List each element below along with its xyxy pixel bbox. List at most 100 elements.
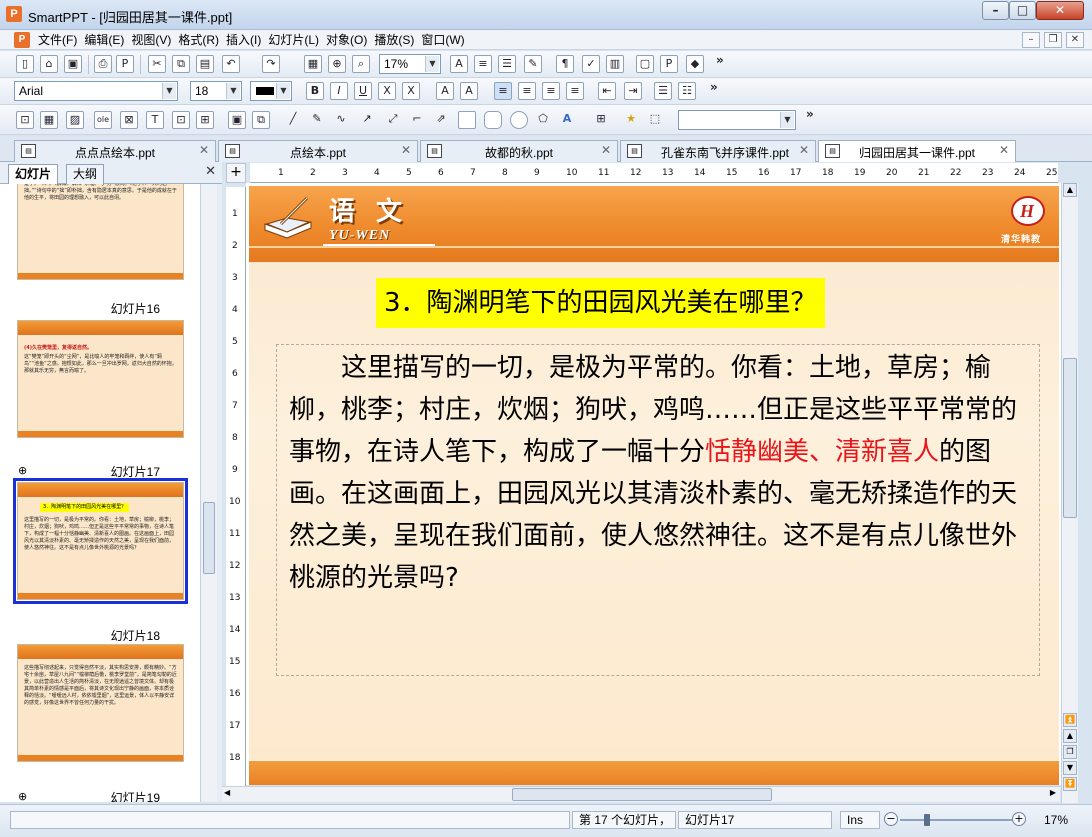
maximize-button[interactable]: □ [1009,1,1036,20]
minimize-button[interactable]: – [982,1,1009,20]
thumbnail-scrollbar[interactable] [200,184,217,802]
italic-icon[interactable]: I [330,82,348,100]
close-panel-icon[interactable]: ✕ [205,164,216,179]
zoom-out-icon[interactable]: − [884,812,898,826]
last-slide-icon[interactable]: ⏬ [1063,777,1077,791]
new-icon[interactable]: ▯ [16,55,34,73]
line-icon[interactable]: ╱ [284,111,302,129]
ungroup-icon[interactable]: ⧉ [252,111,270,129]
decrease-font-icon[interactable]: A [460,82,478,100]
horizontal-scrollbar[interactable]: ◀ ▶ [222,786,1060,802]
doc-minimize-button[interactable]: – [1022,32,1040,48]
search-icon[interactable]: ⌕ [352,55,370,73]
double-strikethrough-icon[interactable]: X [402,82,420,100]
prev-slide-icon[interactable]: ▲ [1063,729,1077,743]
picture-icon[interactable]: ▨ [66,111,84,129]
zoom-select[interactable]: 17% ▼ [379,54,441,74]
close-tab-icon[interactable]: ✕ [401,143,411,157]
tab-slides[interactable]: 幻灯片 [8,164,59,184]
pdf-icon[interactable]: P [116,55,134,73]
shapes-icon[interactable]: ⬠ [534,111,552,129]
slide-thumbnail[interactable]: 这些描写彻述起来，只觉得自然平淡，其实构思安排，颇有精妙。“方宅十余亩，草屋八九… [17,644,184,762]
doc-tab-1[interactable]: ▤ 点点点绘本.ppt ✕ [14,140,216,162]
bent-arrow-icon[interactable]: ⇗ [432,111,450,129]
align-center-icon[interactable]: ≡ [518,82,536,100]
doc-close-button[interactable]: ✕ [1066,32,1084,48]
ellipse-icon[interactable] [510,111,528,129]
scroll-up-icon[interactable]: ▲ [1063,183,1077,197]
doc-tab-2[interactable]: ▤ 点绘本.ppt ✕ [218,140,418,162]
font-size-select[interactable]: 18 ▼ [190,81,242,101]
table-icon[interactable]: ▦ [304,55,322,73]
scroll-right-icon[interactable]: ▶ [1050,788,1056,797]
align-objects-icon[interactable]: ⊞ [592,111,610,129]
question-heading[interactable]: 3．陶渊明笔下的田园风光美在哪里？ [376,278,825,328]
bold-icon[interactable]: B [306,82,324,100]
wordart-icon[interactable]: A [558,111,576,129]
group-icon[interactable]: ▣ [228,111,246,129]
play-icon[interactable]: P [660,55,678,73]
tab-outline[interactable]: 大纲 [66,164,105,184]
menu-edit[interactable]: 编辑(E) [84,32,130,48]
title-frame-icon[interactable]: T [146,111,164,129]
outline-frame-icon[interactable]: ⊡ [172,111,190,129]
close-tab-icon[interactable]: ✕ [999,143,1009,157]
doc-tab-3[interactable]: ▤ 故都的秋.ppt ✕ [420,140,618,162]
doc-tab-5[interactable]: ▤ 归园田居其一课件.ppt ✕ [818,140,1016,162]
style-select[interactable]: ▼ [678,110,796,130]
spellcheck-icon[interactable]: ✓ [582,55,600,73]
elbow-connector-icon[interactable]: ⌐ [408,111,426,129]
scroll-thumb[interactable] [1063,358,1077,518]
chart-icon[interactable]: ▥ [606,55,624,73]
hscroll-thumb[interactable] [512,788,772,801]
undo-icon[interactable]: ↶ [222,55,240,73]
underline-icon[interactable]: U [354,82,372,100]
menu-play[interactable]: 播放(S) [374,32,420,48]
slide-thumbnail[interactable]: (4)久在樊笼里，复得返自然。 这“樊笼”即开头的“尘网”，是比喻人的牢笼和羁绊… [17,320,184,438]
table-frame-icon[interactable]: ▦ [40,111,58,129]
doc-tab-4[interactable]: ▤ 孔雀东南飞并序课件.ppt ✕ [620,140,816,162]
font-color-select[interactable]: ▼ [250,81,292,101]
app-logo-icon[interactable]: P [6,6,22,22]
pen-icon[interactable]: ✎ [308,111,326,129]
menu-file[interactable]: 文件(F) [38,32,83,48]
menu-object[interactable]: 对象(O) [326,32,373,48]
cut-icon[interactable]: ✂ [148,55,166,73]
bullet-list-icon[interactable]: ☰ [654,82,672,100]
strikethrough-icon[interactable]: X [378,82,396,100]
slide-thumbnail-selected[interactable]: 3．陶渊明笔下的田园风光美在哪里？ 这里描写的一切，是极为平常的。你看：土地，草… [13,478,188,604]
increase-font-icon[interactable]: A [436,82,454,100]
close-tab-icon[interactable]: ✕ [799,143,809,157]
zoom-in-icon[interactable]: ⊕ [328,55,346,73]
slide-icon[interactable]: ▢ [636,55,654,73]
stack-icon[interactable]: ◆ [686,55,704,73]
doc-restore-button[interactable]: ❐ [1044,32,1062,48]
next-slide-icon[interactable]: ▼ [1063,761,1077,775]
frame-icon[interactable]: ⊠ [120,111,138,129]
numbered-list-icon[interactable]: ☷ [678,82,696,100]
menu-slide[interactable]: 幻灯片(L) [268,32,325,48]
rounded-rectangle-icon[interactable] [484,111,502,129]
panel-splitter[interactable] [217,184,222,802]
more-drawing-icon[interactable]: » [806,107,814,121]
align-justify-icon[interactable]: ≡ [566,82,584,100]
menu-view[interactable]: 视图(V) [131,32,177,48]
scroll-left-icon[interactable]: ◀ [224,788,230,797]
slide-thumbnail[interactable]: 以“羁鸟”和“池鱼”作对比，衬托，说明自己被“羁鸟”和“池鱼”一般平在官场沉浮，… [17,184,184,280]
insert-text-icon[interactable]: ≡ [474,55,492,73]
status-insert-mode[interactable]: Ins [840,811,880,829]
text-color-icon[interactable]: A [450,55,468,73]
first-slide-icon[interactable]: ⏫ [1063,713,1077,727]
zoom-slider-handle[interactable] [924,814,930,826]
indent-decrease-icon[interactable]: ⇤ [598,82,616,100]
insert-list-icon[interactable]: ☰ [498,55,516,73]
save-icon[interactable]: ▣ [64,55,82,73]
paste-icon[interactable]: ▤ [196,55,214,73]
paragraph-icon[interactable]: ¶ [556,55,574,73]
vertical-scrollbar[interactable]: ▲ ⏫ ▲ ❐ ▼ ⏬ [1061,183,1078,803]
align-left-icon[interactable]: ≡ [494,82,512,100]
document-icon[interactable]: P [14,32,30,48]
star-icon[interactable]: ★ [622,111,640,129]
menu-window[interactable]: 窗口(W) [421,32,470,48]
arrow-icon[interactable]: ↗ [358,111,376,129]
